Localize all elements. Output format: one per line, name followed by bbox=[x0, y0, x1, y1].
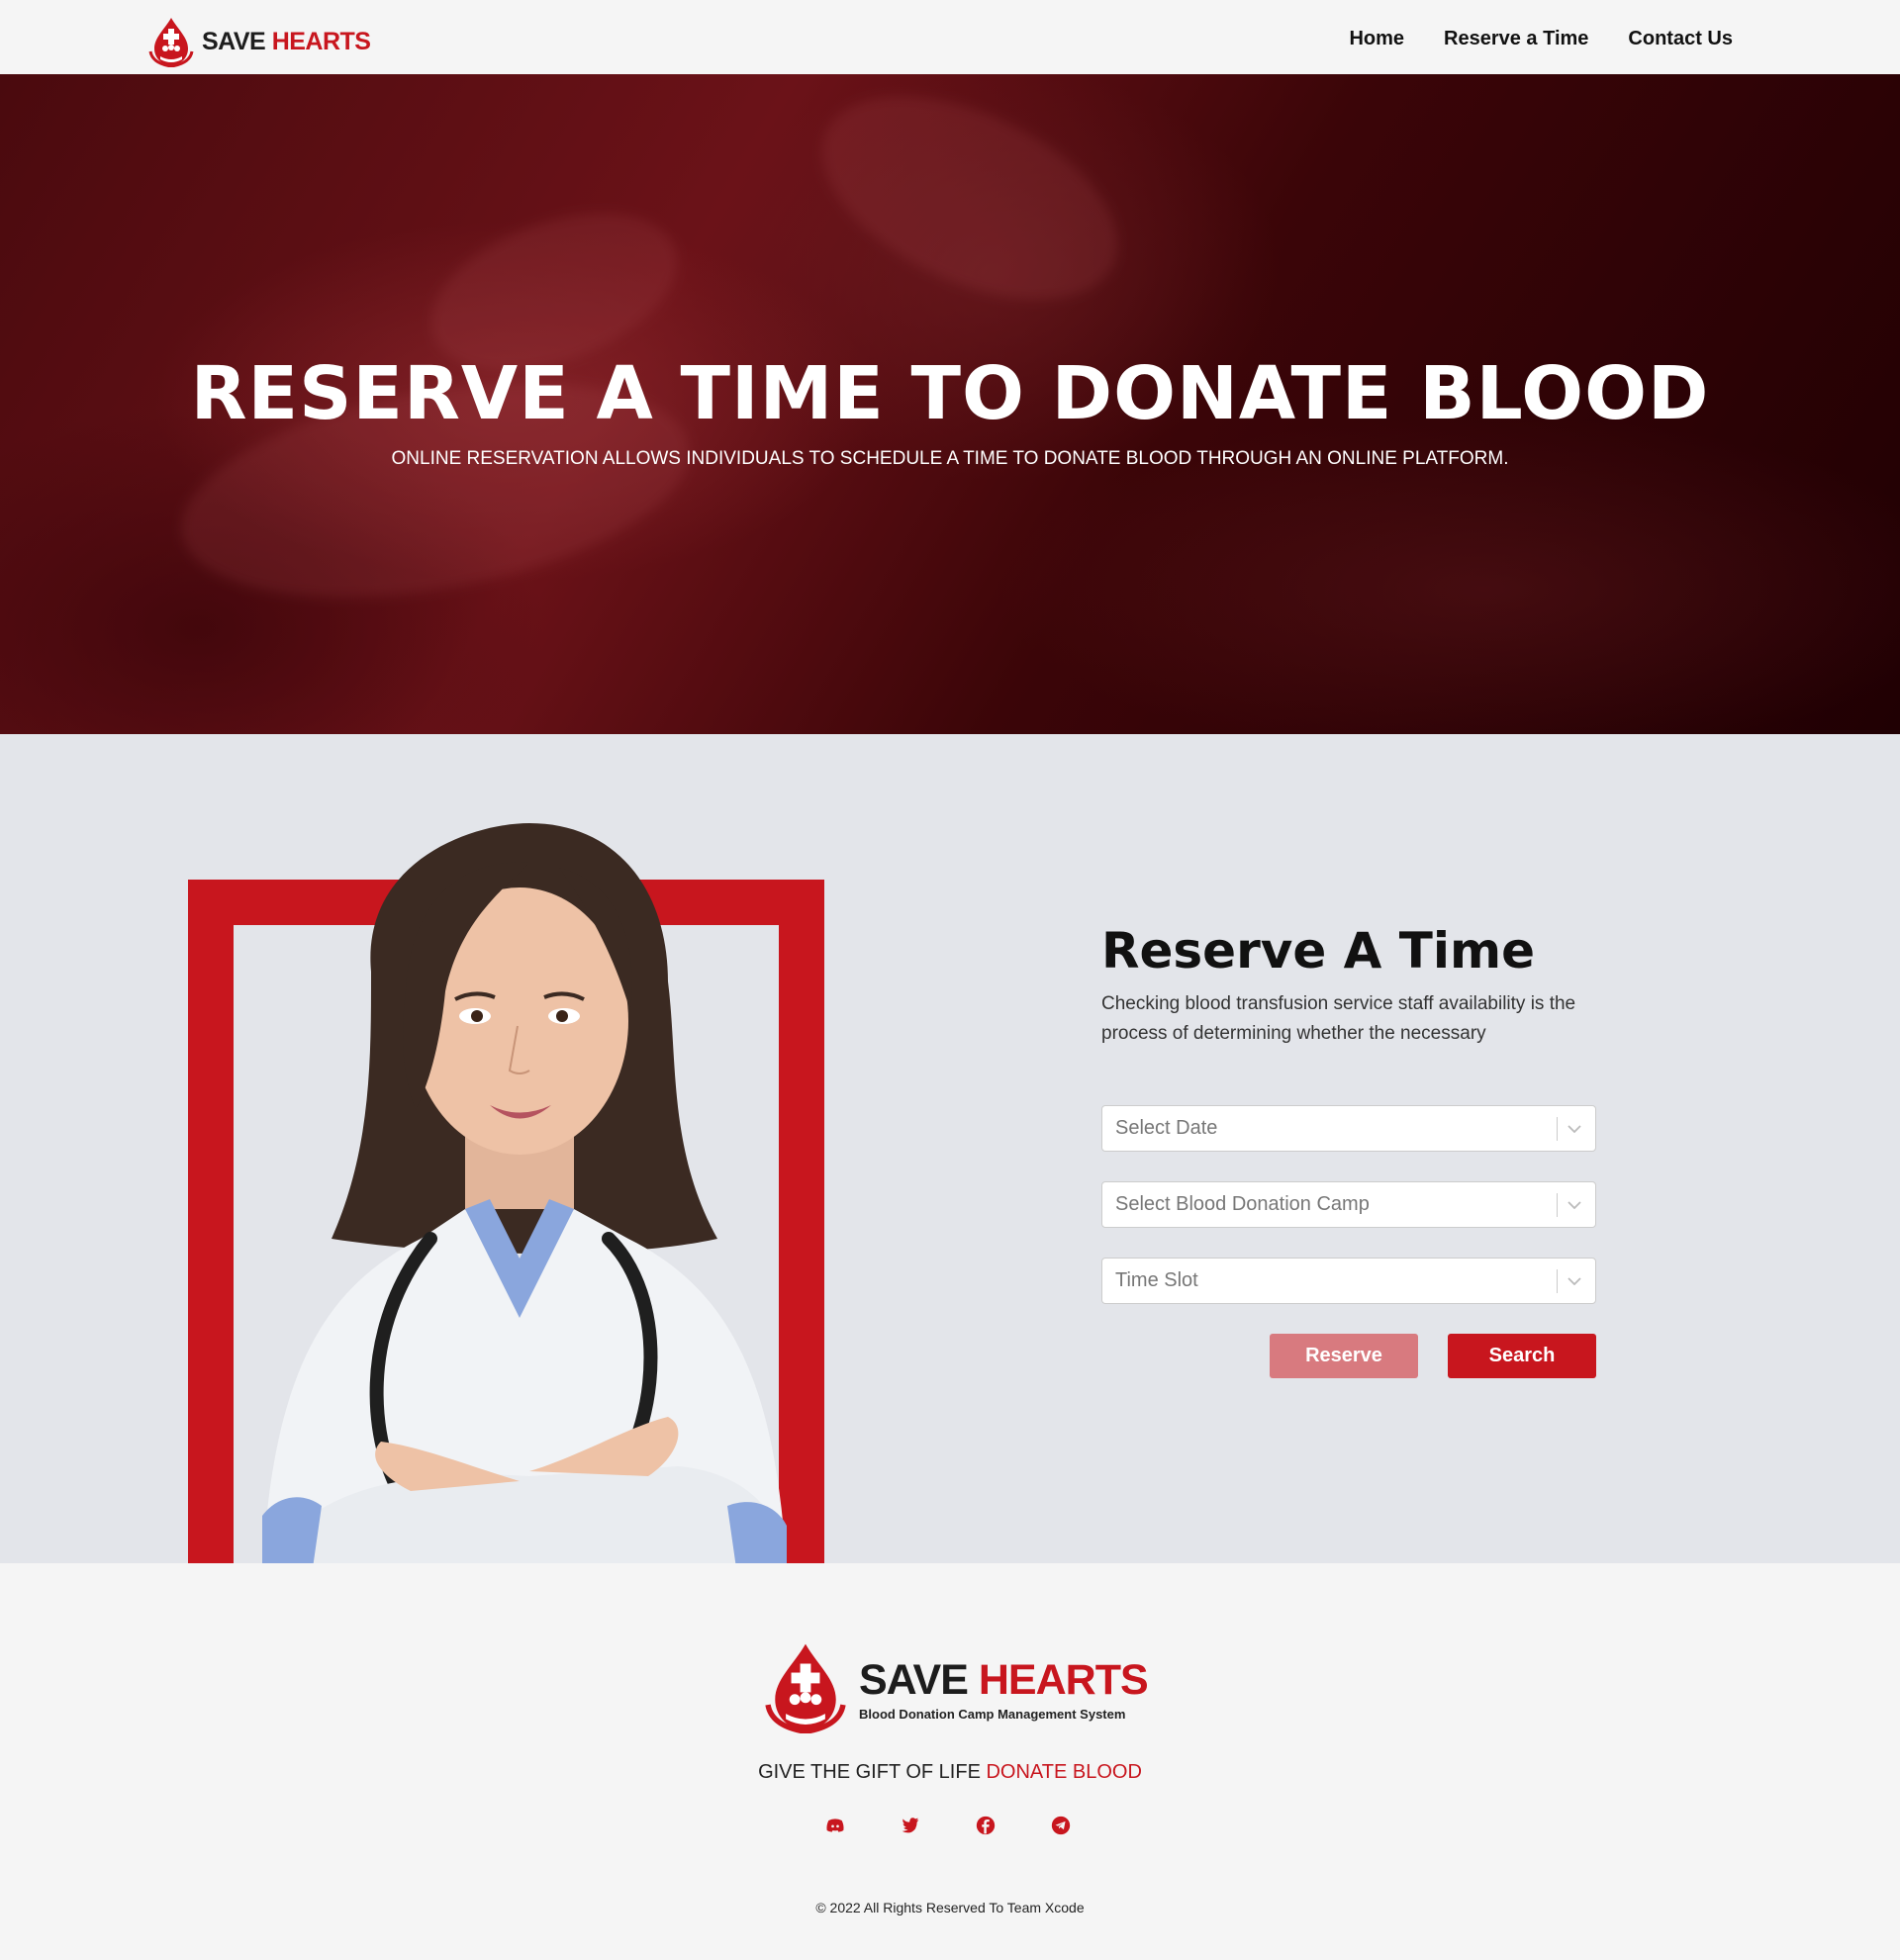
doctor-photo bbox=[262, 823, 787, 1563]
footer-tagline-part1: GIVE THE GIFT OF LIFE bbox=[758, 1761, 981, 1783]
reserve-selects: Select Date Select Blood Donation Camp T… bbox=[1101, 1105, 1596, 1304]
select-separator bbox=[1557, 1116, 1558, 1141]
copyright-text: © 2022 All Rights Reserved To Team Xcode bbox=[815, 1900, 1085, 1915]
twitter-icon[interactable] bbox=[901, 1816, 920, 1835]
reserve-section: Reserve A Time Checking blood transfusio… bbox=[0, 734, 1900, 1563]
facebook-icon[interactable] bbox=[976, 1816, 996, 1835]
time-slot-placeholder: Time Slot bbox=[1115, 1269, 1198, 1291]
footer-brand-part1: SAVE bbox=[859, 1656, 969, 1704]
hero-title: RESERVE A TIME TO DONATE BLOOD bbox=[190, 351, 1710, 436]
date-select-placeholder: Select Date bbox=[1115, 1117, 1218, 1139]
site-logo[interactable]: SAVE HEARTS bbox=[148, 16, 371, 67]
nav-contact-link[interactable]: Contact Us bbox=[1628, 28, 1733, 50]
reserve-button[interactable]: Reserve bbox=[1270, 1334, 1418, 1378]
footer-brand-part2: HEARTS bbox=[978, 1656, 1149, 1704]
top-nav: SAVE HEARTS Home Reserve a Time Contact … bbox=[0, 0, 1900, 74]
discord-icon[interactable] bbox=[825, 1816, 845, 1835]
footer-brand-tagline: Blood Donation Camp Management System bbox=[859, 1707, 1126, 1722]
chevron-down-icon[interactable] bbox=[1568, 1200, 1581, 1209]
blood-drop-logo-icon bbox=[148, 18, 194, 67]
select-separator bbox=[1557, 1192, 1558, 1217]
social-links bbox=[825, 1816, 1071, 1835]
select-separator bbox=[1557, 1268, 1558, 1293]
footer-tagline-part2: DONATE BLOOD bbox=[986, 1761, 1142, 1783]
brand-part2: HEARTS bbox=[271, 27, 371, 55]
brand-name: SAVE HEARTS bbox=[202, 27, 371, 56]
camp-select-placeholder: Select Blood Donation Camp bbox=[1115, 1193, 1370, 1215]
nav-links: Home Reserve a Time Contact Us bbox=[1309, 28, 1733, 50]
site-footer: SAVE HEARTS Blood Donation Camp Manageme… bbox=[0, 1563, 1900, 1960]
brand-part1: SAVE bbox=[202, 27, 266, 55]
hero-subtitle: ONLINE RESERVATION ALLOWS INDIVIDUALS TO… bbox=[391, 448, 1509, 469]
time-slot-select[interactable]: Time Slot bbox=[1101, 1258, 1596, 1304]
footer-tagline: GIVE THE GIFT OF LIFE DONATE BLOOD bbox=[0, 1761, 1900, 1784]
nav-home-link[interactable]: Home bbox=[1349, 28, 1404, 50]
reserve-form: Reserve A Time Checking blood transfusio… bbox=[1101, 922, 1596, 1378]
footer-logo[interactable]: SAVE HEARTS Blood Donation Camp Manageme… bbox=[764, 1640, 1149, 1733]
chevron-down-icon[interactable] bbox=[1568, 1124, 1581, 1133]
nav-reserve-link[interactable]: Reserve a Time bbox=[1444, 28, 1588, 50]
blood-drop-logo-icon bbox=[765, 1643, 846, 1733]
reserve-heading: Reserve A Time bbox=[1101, 922, 1536, 980]
date-select[interactable]: Select Date bbox=[1101, 1105, 1596, 1152]
camp-select[interactable]: Select Blood Donation Camp bbox=[1101, 1181, 1596, 1228]
chevron-down-icon[interactable] bbox=[1568, 1276, 1581, 1285]
hero-background-shape bbox=[791, 74, 1149, 341]
hero-banner: RESERVE A TIME TO DONATE BLOOD ONLINE RE… bbox=[0, 74, 1900, 734]
form-buttons: Reserve Search bbox=[1101, 1334, 1596, 1378]
reserve-description: Checking blood transfusion service staff… bbox=[1101, 993, 1576, 1044]
footer-brand: SAVE HEARTS Blood Donation Camp Manageme… bbox=[859, 1640, 1149, 1722]
telegram-icon[interactable] bbox=[1051, 1816, 1071, 1835]
footer-brand-name: SAVE HEARTS bbox=[859, 1656, 1149, 1705]
search-button[interactable]: Search bbox=[1448, 1334, 1596, 1378]
